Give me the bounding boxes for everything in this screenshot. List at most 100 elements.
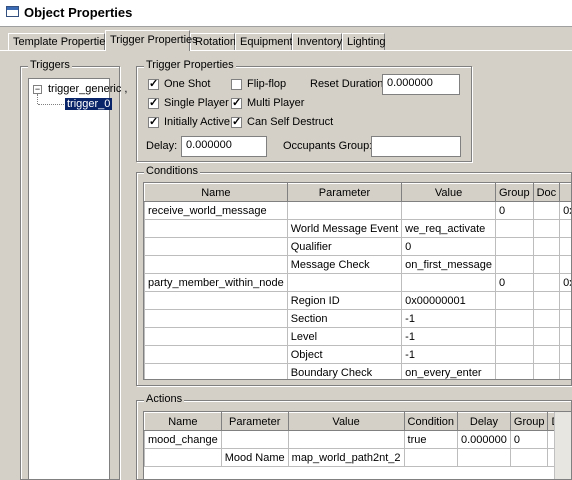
flip-flop-label: Flip-flop <box>247 78 287 90</box>
table-row[interactable]: Boundary Check on_every_enter <box>144 363 571 379</box>
table-row[interactable]: Object -1 <box>144 345 571 364</box>
column-header-name[interactable]: Name <box>144 183 288 202</box>
tree-line <box>38 104 64 106</box>
one-shot-checkbox[interactable] <box>148 77 159 90</box>
cell-id <box>559 237 571 256</box>
column-header-doc[interactable]: Doc <box>532 183 561 202</box>
column-header-name[interactable]: Name <box>144 412 222 431</box>
cell-name <box>144 327 288 346</box>
tree-item-trigger-generic[interactable]: trigger_generic , <box>48 83 128 95</box>
conditions-grid[interactable]: Name Parameter Value Group Doc ID receiv… <box>143 182 572 380</box>
cell-parameter: Region ID <box>286 291 403 310</box>
cell-id <box>559 327 571 346</box>
cell-value <box>287 430 405 449</box>
column-header-parameter[interactable]: Parameter <box>220 412 289 431</box>
cell-parameter: World Message Event <box>286 219 403 238</box>
tree-item-trigger-0[interactable]: trigger_0 <box>65 98 113 110</box>
cell-doc <box>532 345 561 364</box>
cell-parameter: Section <box>286 309 403 328</box>
table-row[interactable]: Section -1 <box>144 309 571 328</box>
cell-doc <box>532 201 561 220</box>
table-row[interactable]: Region ID 0x00000001 <box>144 291 571 310</box>
cell-group <box>494 327 534 346</box>
tree-expander[interactable]: − <box>33 85 42 94</box>
tab-trigger-properties[interactable]: Trigger Properties <box>105 30 198 51</box>
cell-doc <box>532 327 561 346</box>
can-self-destruct-checkbox[interactable] <box>231 115 242 128</box>
cell-parameter <box>286 273 403 292</box>
title-bar: Object Properties <box>0 0 572 27</box>
tab-inventory[interactable]: Inventory <box>292 33 342 50</box>
cell-id <box>559 363 571 379</box>
cell-value: on_first_message <box>401 255 496 274</box>
flip-flop-checkbox[interactable] <box>231 79 242 90</box>
single-player-checkbox[interactable] <box>148 96 159 109</box>
actions-header-row: Name Parameter Value Condition Delay Gro… <box>144 412 571 431</box>
cell-value: 0x00000001 <box>401 291 496 310</box>
cell-group <box>494 345 534 364</box>
trigger-properties-label: Trigger Properties <box>144 59 236 71</box>
column-header-group[interactable]: Group <box>509 412 549 431</box>
column-header-id[interactable]: ID <box>559 183 571 202</box>
cell-group: 0 <box>509 430 549 449</box>
actions-grid[interactable]: Name Parameter Value Condition Delay Gro… <box>143 411 572 480</box>
multi-player-checkbox[interactable] <box>231 96 242 109</box>
table-row[interactable]: World Message Event we_req_activate <box>144 219 571 238</box>
column-header-delay[interactable]: Delay <box>457 412 511 431</box>
cell-value: we_req_activate <box>401 219 496 238</box>
table-row[interactable]: party_member_within_node 0 0x4002 <box>144 273 571 292</box>
conditions-table: Name Parameter Value Group Doc ID receiv… <box>144 183 571 379</box>
cell-doc <box>532 237 561 256</box>
column-header-parameter[interactable]: Parameter <box>286 183 403 202</box>
cell-value <box>401 273 496 292</box>
cell-name <box>144 363 288 379</box>
cell-id: 0x4002 <box>559 273 571 292</box>
triggers-tree[interactable]: − trigger_generic , trigger_0 <box>28 78 128 480</box>
column-header-value[interactable]: Value <box>401 183 496 202</box>
cell-parameter: Object <box>286 345 403 364</box>
delay-label: Delay: <box>146 140 178 152</box>
tab-equipment[interactable]: Equipment <box>235 33 293 50</box>
cell-id <box>559 219 571 238</box>
actions-scrollbar[interactable] <box>554 412 571 479</box>
cell-group: 0 <box>494 201 534 220</box>
delay-input[interactable]: 0.000000 <box>181 136 267 157</box>
one-shot-label: One Shot <box>164 78 211 90</box>
cell-name <box>144 291 288 310</box>
table-row[interactable]: Qualifier 0 <box>144 237 571 256</box>
cell-group <box>509 448 549 467</box>
cell-group <box>494 255 534 274</box>
window-icon <box>6 6 19 17</box>
cell-value: 0 <box>401 237 496 256</box>
table-row[interactable]: receive_world_message 0 0x0001 <box>144 201 571 220</box>
cell-doc <box>532 255 561 274</box>
occupants-group-label: Occupants Group: <box>283 140 373 152</box>
table-row[interactable]: Message Check on_first_message <box>144 255 571 274</box>
cell-name <box>144 448 222 467</box>
cell-doc <box>532 291 561 310</box>
cell-parameter: Boundary Check <box>286 363 403 379</box>
cell-id <box>559 255 571 274</box>
cell-name <box>144 255 288 274</box>
column-header-group[interactable]: Group <box>494 183 534 202</box>
occupants-group-input[interactable] <box>371 136 461 157</box>
cell-id <box>559 291 571 310</box>
cell-parameter: Qualifier <box>286 237 403 256</box>
table-row[interactable]: mood_change true 0.000000 0 <box>144 430 571 449</box>
cell-group <box>494 219 534 238</box>
initially-active-checkbox[interactable] <box>148 115 159 128</box>
multi-player-label: Multi Player <box>247 97 305 109</box>
table-row[interactable]: Level -1 <box>144 327 571 346</box>
single-player-label: Single Player <box>164 97 229 109</box>
tab-template-properties[interactable]: Template Properties <box>8 33 111 50</box>
window-title: Object Properties <box>24 5 133 20</box>
column-header-value[interactable]: Value <box>287 412 405 431</box>
can-self-destruct-label: Can Self Destruct <box>247 116 334 128</box>
tab-lighting[interactable]: Lighting <box>342 33 386 50</box>
column-header-condition[interactable]: Condition <box>403 412 459 431</box>
cell-value: -1 <box>401 309 496 328</box>
cell-doc <box>532 363 561 379</box>
table-row[interactable]: Mood Name map_world_path2nt_2 <box>144 448 571 467</box>
cell-name: mood_change <box>144 430 222 449</box>
reset-duration-input[interactable]: 0.000000 <box>382 74 460 95</box>
